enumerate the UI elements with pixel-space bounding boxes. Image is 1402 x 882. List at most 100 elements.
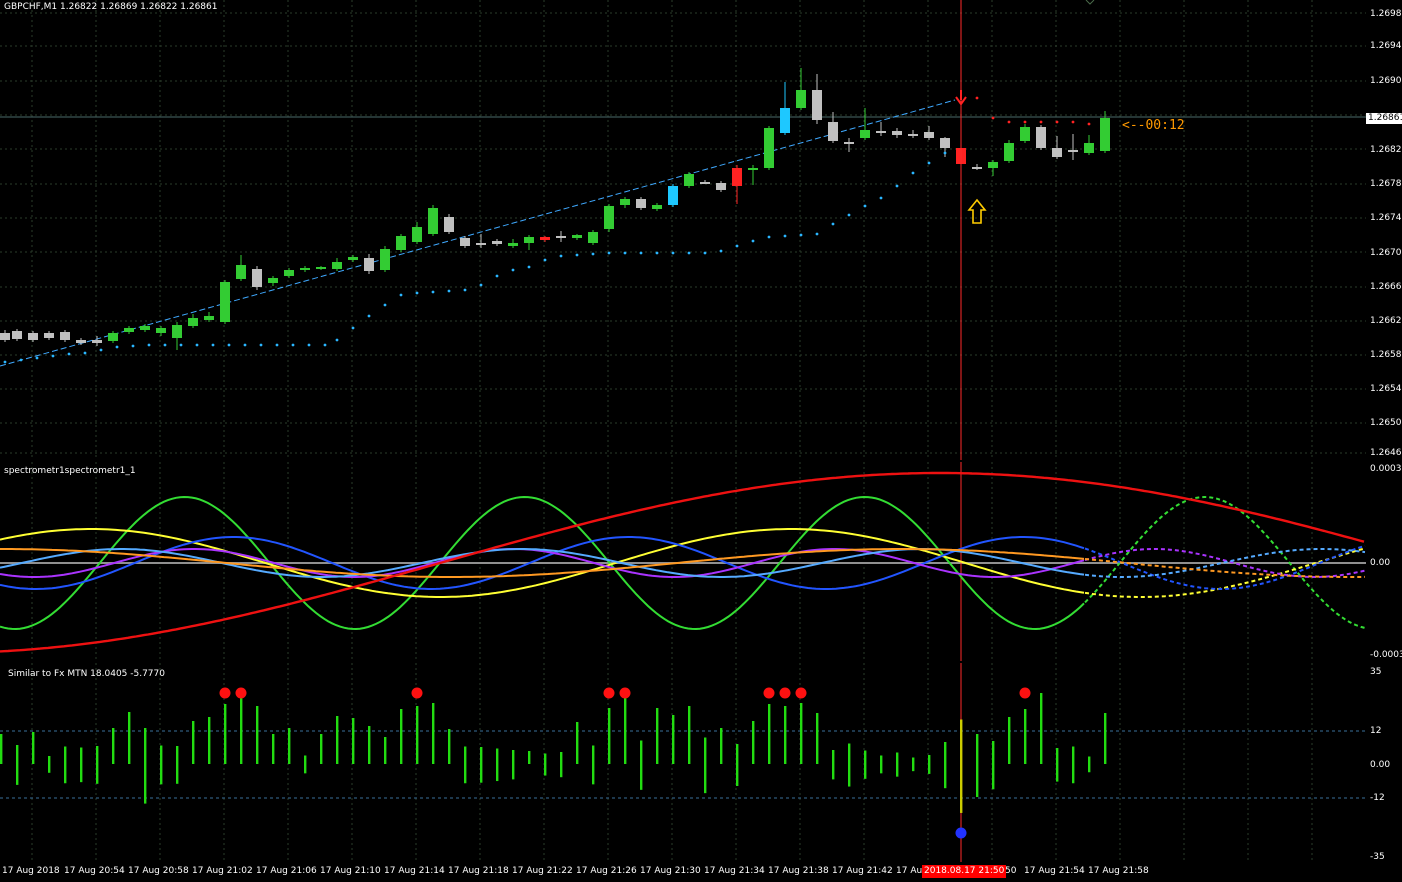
candle-body [508, 243, 518, 246]
signal-dot [619, 687, 631, 699]
histogram-bar [496, 748, 499, 782]
spectrometer-title: spectrometr1spectrometr1_1 [4, 466, 136, 476]
histogram-bar [704, 737, 707, 794]
sar-dot [623, 251, 627, 255]
histogram-bar [672, 715, 675, 764]
histogram-bar [784, 706, 787, 764]
candle-body [460, 238, 470, 246]
candle-body [524, 237, 534, 243]
candle-body [1036, 127, 1046, 148]
candle-body [972, 167, 982, 169]
sar-dot [163, 343, 167, 347]
candle-body [76, 340, 86, 343]
candle-body [924, 132, 934, 138]
mtn-panel[interactable]: Similar to Fx MTN 18.0405 -5.7770 [0, 663, 1366, 862]
candle-body [844, 142, 854, 144]
candle-body [684, 174, 694, 186]
signal-dot [955, 827, 967, 839]
candle-body [44, 333, 54, 338]
candle-body [732, 168, 742, 186]
current-price-box: 1.26861 [1366, 113, 1402, 124]
sar-dot [351, 326, 355, 330]
candle-body [60, 332, 70, 340]
price-label: 1.26945 [1370, 41, 1402, 51]
time-label: 17 Aug 20:54 [64, 866, 125, 876]
candle-body [796, 90, 806, 108]
histogram-bar [1104, 713, 1107, 764]
candle-body [332, 262, 342, 269]
sar-dot [559, 254, 563, 258]
sar-dot [527, 265, 531, 269]
sar-dot [719, 249, 723, 253]
price-chart-panel[interactable]: GBPCHF,M1 1.26822 1.26869 1.26822 1.2686… [0, 0, 1366, 460]
sar-dot [243, 343, 247, 347]
candle-body [12, 331, 22, 339]
sar-dot [783, 234, 787, 238]
signal-dot [219, 687, 231, 699]
histogram-bar [16, 745, 19, 785]
candle-body [988, 162, 998, 168]
candle-body [156, 328, 166, 333]
spectrometer-panel[interactable]: spectrometr1spectrometr1_1 [0, 462, 1366, 661]
candle-body [172, 325, 182, 338]
histogram-bar [1008, 717, 1011, 764]
candle-body [284, 270, 294, 276]
candle-body [876, 131, 886, 133]
sar-dot [227, 343, 231, 347]
sar-dot [83, 351, 87, 355]
sar-dot [291, 343, 295, 347]
sar-dot [307, 343, 311, 347]
candle-body [860, 130, 870, 138]
histogram-bar [80, 747, 83, 783]
sar-dot [1023, 120, 1027, 124]
histogram-bar [800, 703, 803, 764]
histogram-bar [1024, 709, 1027, 764]
candle-body [188, 318, 198, 326]
histogram-bar [192, 721, 195, 764]
mtn-label: 12 [1370, 726, 1382, 736]
price-label: 1.26465 [1370, 448, 1402, 458]
sar-dot [447, 289, 451, 293]
time-label: 17 Aug 21:26 [576, 866, 637, 876]
sar-dot [655, 251, 659, 255]
histogram-bar [48, 756, 51, 773]
sar-dot [399, 293, 403, 297]
time-label: 17 Aug 21:14 [384, 866, 445, 876]
mtn-label: -12 [1370, 793, 1385, 803]
histogram-bar [32, 732, 35, 764]
histogram-bar [128, 712, 131, 764]
candle-body [0, 333, 10, 340]
sar-dot [115, 345, 119, 349]
candle-body [236, 265, 246, 279]
histogram-bar [592, 745, 595, 785]
price-label: 1.26545 [1370, 384, 1402, 394]
candle-body [476, 243, 486, 245]
sar-dot [35, 356, 39, 360]
histogram-bar [352, 718, 355, 764]
histogram-bar [752, 721, 755, 764]
candle-body [908, 134, 918, 136]
histogram-bar [320, 734, 323, 764]
histogram-bar [272, 734, 275, 764]
time-label: 17 Aug 2018 [2, 866, 60, 876]
sar-dot [975, 96, 979, 100]
histogram-bar [1040, 693, 1043, 764]
sar-dot [431, 290, 435, 294]
candle-body [1052, 148, 1062, 157]
sar-dot [895, 184, 899, 188]
candle-body [588, 232, 598, 243]
price-label: 1.26705 [1370, 248, 1402, 258]
time-label: 17 Aug 21:42 [832, 866, 893, 876]
sar-dot [479, 283, 483, 287]
sar-dot [3, 360, 7, 364]
sar-dot [991, 116, 995, 120]
candle-body [124, 328, 134, 332]
histogram-bar [912, 757, 915, 772]
candle-body [1068, 150, 1078, 152]
candle-body [300, 268, 310, 270]
histogram-bar [864, 750, 867, 779]
sar-dot [415, 291, 419, 295]
histogram-bar [224, 704, 227, 764]
histogram-bar [928, 755, 931, 774]
candle-body [1020, 127, 1030, 141]
